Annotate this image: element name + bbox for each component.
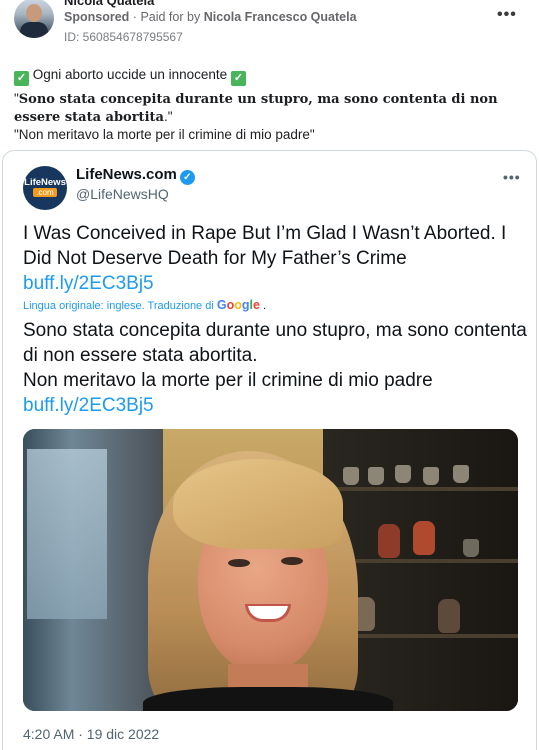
vase — [378, 524, 400, 558]
tweet-link[interactable]: buff.ly/2EC3Bj5 — [23, 273, 154, 294]
post-line-3: "Non meritavo la morte per il crimine di… — [14, 127, 315, 142]
translation-notice: Lingua originale: inglese. Traduzione di… — [23, 298, 267, 312]
photo-window — [27, 449, 107, 619]
google-logo: Google — [216, 298, 260, 312]
cup — [343, 467, 359, 485]
quote-close: ." — [163, 109, 173, 124]
post-line-1: ✓ Ogni aborto uccide un innocente ✓ — [14, 66, 529, 86]
meta-separator: · — [132, 10, 137, 24]
poster-name[interactable]: Nicola Quatela — [64, 0, 154, 8]
cup — [453, 465, 469, 483]
check-mark-icon: ✓ — [230, 71, 246, 86]
embedded-tweet[interactable]: LifeNews .com LifeNews.com ✓ @LifeNewsHQ … — [2, 150, 537, 750]
translated-line-1: Sono stata concepita durante uno stupro,… — [23, 320, 527, 366]
check-mark-icon: ✓ — [14, 71, 29, 86]
lifenews-logo[interactable]: LifeNews .com — [23, 166, 67, 210]
translated-line-2: Non meritavo la morte per il crimine di … — [23, 370, 433, 391]
cup — [463, 539, 479, 557]
sponsored-label[interactable]: Sponsored — [64, 10, 129, 24]
ad-header: Nicola Quatela Sponsored · Paid for by N… — [0, 0, 539, 58]
tweet-original-text: I Was Conceived in Rape But I’m Glad I W… — [23, 223, 507, 294]
logo-text-2: .com — [23, 188, 67, 197]
cup — [423, 467, 439, 485]
post-line-1-text: Ogni aborto uccide un innocente — [32, 67, 228, 82]
photo-bangs — [173, 459, 343, 549]
photo-eye — [228, 559, 250, 567]
photo-eye — [281, 557, 303, 565]
vase — [413, 521, 435, 555]
tweet-photo[interactable] — [23, 429, 518, 711]
sponsored-line: Sponsored · Paid for by Nicola Francesco… — [64, 10, 357, 24]
tweet-more-button[interactable]: ••• — [503, 169, 521, 185]
verified-badge-icon: ✓ — [179, 170, 195, 185]
post-more-button[interactable]: ••• — [497, 6, 517, 24]
tweet-timestamp[interactable]: 4:20 AM · 19 dic 2022 — [23, 726, 159, 742]
vase — [438, 599, 460, 633]
photo-shirt — [143, 687, 393, 711]
post-line-2-bold: Sono stata concepita durante un stupro, … — [14, 92, 498, 125]
poster-avatar[interactable] — [14, 0, 54, 38]
post-line-2: "Sono stata concepita durante un stupro,… — [14, 90, 529, 126]
cup — [368, 467, 384, 485]
tweet-author-name[interactable]: LifeNews.com ✓ — [76, 166, 195, 185]
avatar-head — [26, 4, 42, 22]
tweet-author-handle[interactable]: @LifeNewsHQ — [76, 186, 169, 202]
avatar-body — [20, 22, 48, 38]
paid-for-label: Paid for by — [140, 10, 201, 24]
cup — [395, 465, 411, 483]
tweet-translated-link[interactable]: buff.ly/2EC3Bj5 — [23, 395, 154, 416]
shelf-row — [323, 487, 518, 491]
logo-text-1: LifeNews — [24, 177, 66, 188]
ad-id: ID: 560854678795567 — [64, 30, 183, 44]
tweet-translated-text: Sono stata concepita durante uno stupro,… — [23, 318, 528, 418]
post-text: ✓ Ogni aborto uccide un innocente ✓ "Son… — [14, 66, 529, 143]
payer-name[interactable]: Nicola Francesco Quatela — [204, 10, 357, 24]
